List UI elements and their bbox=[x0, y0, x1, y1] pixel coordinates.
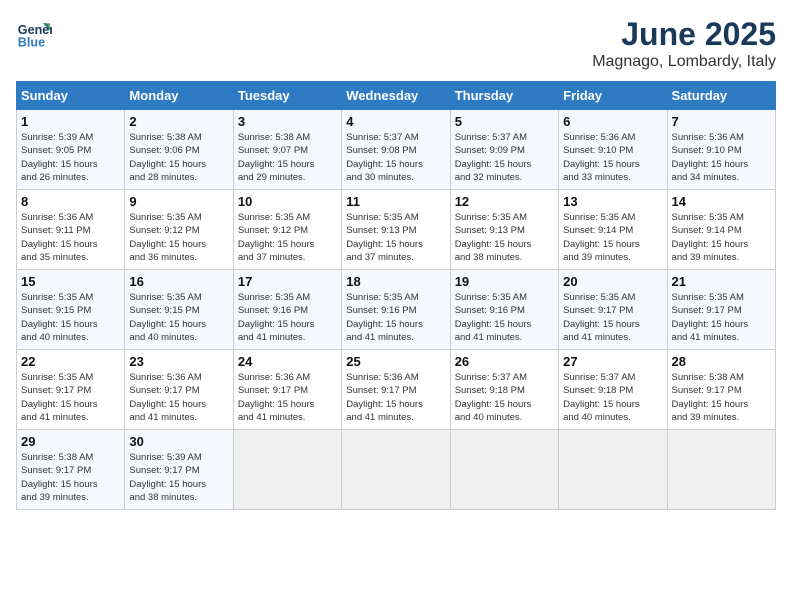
table-row: 4Sunrise: 5:37 AMSunset: 9:08 PMDaylight… bbox=[342, 110, 450, 190]
calendar-title: June 2025 bbox=[592, 16, 776, 53]
title-area: June 2025 Magnago, Lombardy, Italy bbox=[592, 16, 776, 71]
header-friday: Friday bbox=[559, 82, 667, 110]
svg-text:Blue: Blue bbox=[18, 36, 45, 50]
table-row: 5Sunrise: 5:37 AMSunset: 9:09 PMDaylight… bbox=[450, 110, 558, 190]
table-row: 28Sunrise: 5:38 AMSunset: 9:17 PMDayligh… bbox=[667, 350, 775, 430]
table-row: 3Sunrise: 5:38 AMSunset: 9:07 PMDaylight… bbox=[233, 110, 341, 190]
table-row: 23Sunrise: 5:36 AMSunset: 9:17 PMDayligh… bbox=[125, 350, 233, 430]
calendar-table: Sunday Monday Tuesday Wednesday Thursday… bbox=[16, 81, 776, 510]
table-row: 16Sunrise: 5:35 AMSunset: 9:15 PMDayligh… bbox=[125, 270, 233, 350]
table-row: 22Sunrise: 5:35 AMSunset: 9:17 PMDayligh… bbox=[17, 350, 125, 430]
page-header: General Blue June 2025 Magnago, Lombardy… bbox=[16, 16, 776, 71]
table-row: 15Sunrise: 5:35 AMSunset: 9:15 PMDayligh… bbox=[17, 270, 125, 350]
table-row bbox=[559, 430, 667, 510]
table-row: 19Sunrise: 5:35 AMSunset: 9:16 PMDayligh… bbox=[450, 270, 558, 350]
table-row: 24Sunrise: 5:36 AMSunset: 9:17 PMDayligh… bbox=[233, 350, 341, 430]
header-row: Sunday Monday Tuesday Wednesday Thursday… bbox=[17, 82, 776, 110]
table-row: 7Sunrise: 5:36 AMSunset: 9:10 PMDaylight… bbox=[667, 110, 775, 190]
header-tuesday: Tuesday bbox=[233, 82, 341, 110]
table-row: 10Sunrise: 5:35 AMSunset: 9:12 PMDayligh… bbox=[233, 190, 341, 270]
table-row bbox=[233, 430, 341, 510]
table-row: 13Sunrise: 5:35 AMSunset: 9:14 PMDayligh… bbox=[559, 190, 667, 270]
header-monday: Monday bbox=[125, 82, 233, 110]
table-row: 21Sunrise: 5:35 AMSunset: 9:17 PMDayligh… bbox=[667, 270, 775, 350]
table-row: 11Sunrise: 5:35 AMSunset: 9:13 PMDayligh… bbox=[342, 190, 450, 270]
table-row: 20Sunrise: 5:35 AMSunset: 9:17 PMDayligh… bbox=[559, 270, 667, 350]
week-row: 1Sunrise: 5:39 AMSunset: 9:05 PMDaylight… bbox=[17, 110, 776, 190]
week-row: 22Sunrise: 5:35 AMSunset: 9:17 PMDayligh… bbox=[17, 350, 776, 430]
table-row: 30Sunrise: 5:39 AMSunset: 9:17 PMDayligh… bbox=[125, 430, 233, 510]
table-row: 2Sunrise: 5:38 AMSunset: 9:06 PMDaylight… bbox=[125, 110, 233, 190]
week-row: 29Sunrise: 5:38 AMSunset: 9:17 PMDayligh… bbox=[17, 430, 776, 510]
week-row: 8Sunrise: 5:36 AMSunset: 9:11 PMDaylight… bbox=[17, 190, 776, 270]
table-row: 17Sunrise: 5:35 AMSunset: 9:16 PMDayligh… bbox=[233, 270, 341, 350]
table-row: 27Sunrise: 5:37 AMSunset: 9:18 PMDayligh… bbox=[559, 350, 667, 430]
table-row: 6Sunrise: 5:36 AMSunset: 9:10 PMDaylight… bbox=[559, 110, 667, 190]
calendar-subtitle: Magnago, Lombardy, Italy bbox=[592, 53, 776, 71]
table-row: 25Sunrise: 5:36 AMSunset: 9:17 PMDayligh… bbox=[342, 350, 450, 430]
table-row: 9Sunrise: 5:35 AMSunset: 9:12 PMDaylight… bbox=[125, 190, 233, 270]
table-row: 14Sunrise: 5:35 AMSunset: 9:14 PMDayligh… bbox=[667, 190, 775, 270]
table-row bbox=[667, 430, 775, 510]
table-row: 29Sunrise: 5:38 AMSunset: 9:17 PMDayligh… bbox=[17, 430, 125, 510]
table-row: 18Sunrise: 5:35 AMSunset: 9:16 PMDayligh… bbox=[342, 270, 450, 350]
logo: General Blue bbox=[16, 16, 52, 52]
header-thursday: Thursday bbox=[450, 82, 558, 110]
header-saturday: Saturday bbox=[667, 82, 775, 110]
table-row bbox=[450, 430, 558, 510]
table-row: 12Sunrise: 5:35 AMSunset: 9:13 PMDayligh… bbox=[450, 190, 558, 270]
table-row: 26Sunrise: 5:37 AMSunset: 9:18 PMDayligh… bbox=[450, 350, 558, 430]
table-row: 1Sunrise: 5:39 AMSunset: 9:05 PMDaylight… bbox=[17, 110, 125, 190]
week-row: 15Sunrise: 5:35 AMSunset: 9:15 PMDayligh… bbox=[17, 270, 776, 350]
table-row bbox=[342, 430, 450, 510]
table-row: 8Sunrise: 5:36 AMSunset: 9:11 PMDaylight… bbox=[17, 190, 125, 270]
header-sunday: Sunday bbox=[17, 82, 125, 110]
header-wednesday: Wednesday bbox=[342, 82, 450, 110]
logo-icon: General Blue bbox=[16, 16, 52, 52]
